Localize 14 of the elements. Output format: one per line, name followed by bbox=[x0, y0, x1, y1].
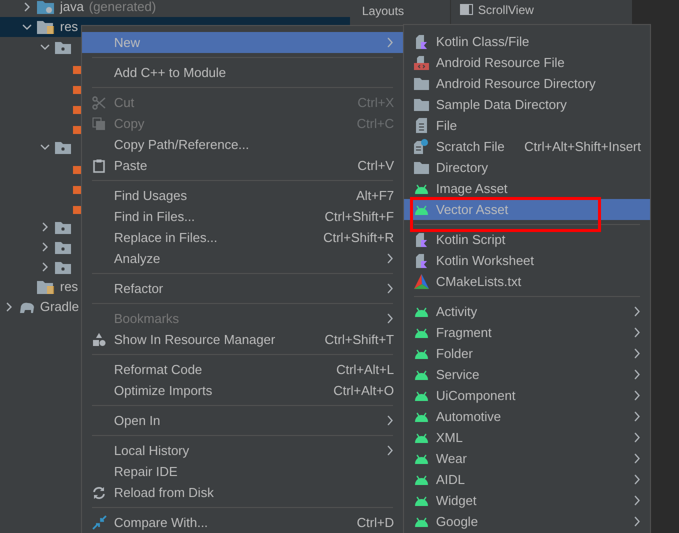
tree-label: Gradle bbox=[40, 298, 80, 316]
tree-note: (generated) bbox=[88, 0, 156, 16]
tree-label: java bbox=[60, 0, 84, 16]
tree-label: res bbox=[60, 18, 78, 36]
shortcut-text: Ctrl+Alt+L bbox=[336, 360, 394, 379]
shortcut-text: Ctrl+V bbox=[358, 156, 394, 175]
shortcut-text: Ctrl+Shift+F bbox=[324, 208, 394, 226]
shortcut-text: Alt+F7 bbox=[356, 186, 394, 205]
shortcut-text: Ctrl+Shift+T bbox=[324, 330, 394, 349]
shortcut-text: Ctrl+Shift+R bbox=[323, 228, 394, 247]
shortcut-text: Ctrl+Alt+Shift+Insert bbox=[524, 138, 641, 156]
shortcut-text: Ctrl+D bbox=[356, 514, 394, 532]
tree-label: res bbox=[60, 278, 78, 296]
shortcut-text: Ctrl+Alt+O bbox=[333, 382, 394, 400]
